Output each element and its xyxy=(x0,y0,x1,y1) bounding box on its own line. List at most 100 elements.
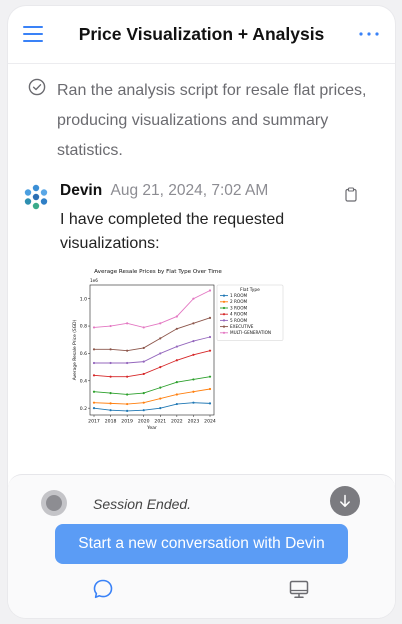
x-tick-label: 2021 xyxy=(154,419,166,425)
legend-marker xyxy=(222,331,226,334)
data-point xyxy=(126,375,129,378)
data-point xyxy=(208,289,212,292)
data-point xyxy=(92,401,96,404)
y-axis-label: Average Resale Price (SGD) xyxy=(72,320,78,381)
header: Price Visualization + Analysis xyxy=(8,6,395,64)
legend-marker xyxy=(222,319,226,322)
data-point xyxy=(109,324,112,328)
chart-image: Average Resale Prices by Flat Type Over … xyxy=(68,265,288,435)
x-tick-label: 2020 xyxy=(138,419,150,425)
data-point xyxy=(126,349,129,352)
bottom-panel: Session Ended. Start a new conversation … xyxy=(8,474,395,618)
data-point xyxy=(192,378,195,381)
x-tick-label: 2022 xyxy=(171,419,183,425)
x-tick-label: 2018 xyxy=(105,419,117,425)
status-text: Ran the analysis script for resale flat … xyxy=(57,82,367,159)
y-tick-label: 0.6 xyxy=(80,351,87,357)
data-point xyxy=(92,361,96,365)
data-point xyxy=(159,352,162,355)
data-point xyxy=(109,361,112,365)
legend-entry: MULTI-GENERATION xyxy=(230,330,271,335)
data-point xyxy=(208,387,212,391)
data-point xyxy=(126,322,129,325)
legend-marker xyxy=(222,313,226,316)
session-status-text: Session Ended. xyxy=(93,496,192,512)
new-conversation-button[interactable]: Start a new conversation with Devin xyxy=(55,524,348,564)
message-timestamp: Aug 21, 2024, 7:02 AM xyxy=(110,182,269,199)
legend-marker xyxy=(222,306,226,310)
data-point xyxy=(142,392,145,395)
legend-marker xyxy=(222,294,226,297)
data-point xyxy=(208,375,212,378)
data-point xyxy=(159,366,162,369)
more-horizontal-icon[interactable] xyxy=(358,26,380,40)
app-frame: Price Visualization + Analysis Ran the a… xyxy=(8,6,395,618)
desktop-monitor-icon[interactable] xyxy=(288,578,310,600)
data-point xyxy=(142,360,145,363)
data-point xyxy=(142,401,145,404)
data-point xyxy=(192,401,195,404)
chart-title: Average Resale Prices by Flat Type Over … xyxy=(94,269,222,275)
legend-entry: 5 ROOM xyxy=(230,318,247,323)
data-point xyxy=(109,392,112,395)
data-point xyxy=(175,402,178,406)
data-point xyxy=(142,372,145,376)
clipboard-icon[interactable] xyxy=(345,187,357,202)
chat-bubble-icon[interactable] xyxy=(92,578,114,600)
legend-entry: EXECUTIVE xyxy=(230,324,254,329)
legend-entry: 3 ROOM xyxy=(230,305,247,310)
data-point xyxy=(192,322,195,325)
x-tick-label: 2023 xyxy=(188,419,200,425)
devin-logo-icon xyxy=(24,184,48,210)
scroll-down-button[interactable] xyxy=(330,486,360,516)
data-point xyxy=(109,375,112,378)
data-point xyxy=(92,390,96,393)
data-point xyxy=(208,316,212,319)
data-point xyxy=(126,409,129,412)
legend-entry: 2 ROOM xyxy=(230,299,247,304)
legend-entry: 1 ROOM xyxy=(230,293,247,298)
data-point xyxy=(192,390,195,393)
data-point xyxy=(142,326,145,329)
y-tick-label: 0.8 xyxy=(80,324,87,330)
data-point xyxy=(159,322,162,325)
line-chart: Average Resale Prices by Flat Type Over … xyxy=(68,265,288,435)
data-point xyxy=(159,397,162,400)
message-body: I have completed the requested visualiza… xyxy=(60,211,285,252)
message-author: Devin xyxy=(60,182,103,199)
legend-entry: 4 ROOM xyxy=(230,312,247,317)
data-point xyxy=(159,337,162,340)
x-tick-label: 2024 xyxy=(204,419,216,425)
data-point xyxy=(208,402,212,405)
data-point xyxy=(109,409,112,412)
data-point xyxy=(175,327,178,330)
data-point xyxy=(142,409,145,412)
check-circle-icon xyxy=(28,78,46,96)
data-point xyxy=(159,407,162,410)
x-axis-label: Year xyxy=(146,425,157,431)
data-point xyxy=(192,353,195,356)
y-tick-label: 0.4 xyxy=(80,378,87,384)
data-point xyxy=(92,326,96,329)
x-tick-label: 2017 xyxy=(88,419,100,425)
session-status-indicator xyxy=(41,490,67,516)
data-point xyxy=(126,361,129,365)
axis-scale-note: 1e6 xyxy=(90,278,98,283)
y-tick-label: 1.0 xyxy=(80,296,87,302)
data-point xyxy=(92,348,96,351)
legend-marker xyxy=(222,325,226,328)
legend-marker xyxy=(222,300,226,303)
y-tick-label: 0.2 xyxy=(80,406,87,412)
data-point xyxy=(175,315,178,318)
data-point xyxy=(142,346,145,350)
data-point xyxy=(175,359,178,362)
data-point xyxy=(175,381,178,384)
data-point xyxy=(109,402,112,405)
data-point xyxy=(126,402,129,406)
data-point xyxy=(92,407,96,410)
message-header: Devin Aug 21, 2024, 7:02 AM xyxy=(60,182,268,200)
data-point xyxy=(159,386,162,389)
data-point xyxy=(208,349,212,352)
data-point xyxy=(109,348,112,351)
data-point xyxy=(175,393,178,396)
